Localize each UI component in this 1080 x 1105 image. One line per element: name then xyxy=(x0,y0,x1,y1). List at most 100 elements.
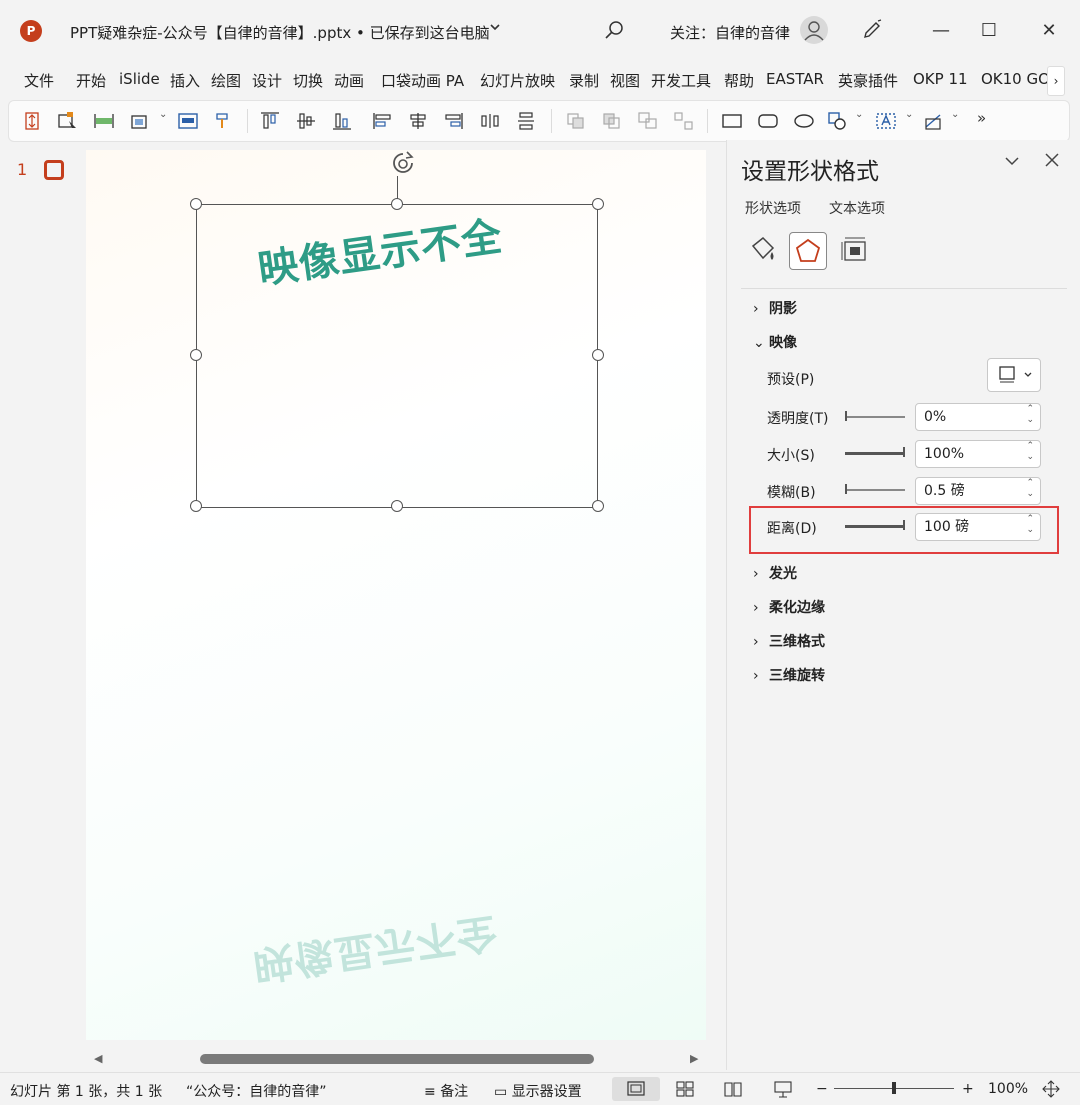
search-icon[interactable] xyxy=(602,18,626,42)
menu-animations[interactable]: 动画 xyxy=(334,70,364,91)
distribute-vertical-icon[interactable] xyxy=(515,111,537,131)
menu-transitions[interactable]: 切换 xyxy=(293,70,323,91)
fill-line-icon[interactable] xyxy=(745,232,781,268)
shapes-icon[interactable] xyxy=(827,111,849,131)
menu-slideshow[interactable]: 幻灯片放映 xyxy=(480,70,555,91)
account-name[interactable]: 关注：自律的音律 xyxy=(670,22,790,43)
align-right-icon[interactable] xyxy=(443,111,465,131)
zoom-level[interactable]: 100% xyxy=(988,1081,1028,1097)
resize-handle[interactable] xyxy=(592,500,604,512)
resize-height-icon[interactable] xyxy=(21,111,43,131)
ribbon-scroll-right-button[interactable]: › xyxy=(1047,66,1065,96)
transparency-slider[interactable] xyxy=(845,416,905,418)
scroll-left-icon[interactable]: ◀ xyxy=(94,1052,102,1065)
text-box-icon[interactable] xyxy=(875,111,897,131)
resize-handle[interactable] xyxy=(592,198,604,210)
scroll-right-icon[interactable]: ▶ xyxy=(690,1052,698,1065)
menu-file[interactable]: 文件 xyxy=(24,70,54,91)
blur-slider[interactable] xyxy=(845,489,905,491)
menu-insert[interactable]: 插入 xyxy=(170,70,200,91)
menu-design[interactable]: 设计 xyxy=(252,70,282,91)
size-match-icon[interactable] xyxy=(129,111,151,131)
minimize-button[interactable]: — xyxy=(924,14,958,48)
size-slider-thumb[interactable] xyxy=(903,447,905,457)
resize-handle[interactable] xyxy=(190,349,202,361)
menu-record[interactable]: 录制 xyxy=(569,70,599,91)
slideshow-icon[interactable] xyxy=(772,1079,794,1099)
group-icon[interactable] xyxy=(637,111,659,131)
menu-developer[interactable]: 开发工具 xyxy=(651,70,711,91)
chevron-down-icon[interactable] xyxy=(488,20,502,38)
preset-dropdown[interactable] xyxy=(987,358,1041,392)
menu-islide[interactable]: iSlide xyxy=(119,70,160,88)
distribute-icon[interactable] xyxy=(93,111,115,131)
size-slider[interactable] xyxy=(845,452,905,455)
display-settings-button[interactable]: ▭ 显示器设置 xyxy=(494,1081,582,1101)
transparency-input[interactable]: 0% ⌃ ⌄ xyxy=(915,403,1041,431)
line-connector-icon[interactable] xyxy=(923,111,945,131)
align-top-icon[interactable] xyxy=(259,111,281,131)
pen-icon[interactable] xyxy=(860,18,884,42)
menu-eastar[interactable]: EASTAR xyxy=(766,70,824,88)
distribute-horizontal-icon[interactable] xyxy=(479,111,501,131)
tab-text-options[interactable]: 文本选项 xyxy=(829,198,885,218)
align-center-icon[interactable] xyxy=(407,111,429,131)
bring-forward-icon[interactable] xyxy=(565,111,587,131)
slide-sorter-icon[interactable] xyxy=(674,1079,696,1099)
format-painter-icon[interactable] xyxy=(213,111,235,131)
slide-thumbnail[interactable] xyxy=(44,160,64,180)
slide-canvas[interactable]: 映像显示不全 映像显示不全 xyxy=(86,150,706,1040)
menu-home[interactable]: 开始 xyxy=(76,70,106,91)
chevron-down-icon[interactable]: ⌄ xyxy=(855,109,863,120)
rotate-handle-icon[interactable] xyxy=(389,150,417,178)
notes-button[interactable]: ≡ 备注 xyxy=(424,1081,468,1101)
section-glow[interactable]: › 发光 xyxy=(753,563,797,583)
menu-view[interactable]: 视图 xyxy=(610,70,640,91)
rounded-rectangle-icon[interactable] xyxy=(757,111,779,131)
align-middle-icon[interactable] xyxy=(295,111,317,131)
normal-view-button[interactable] xyxy=(612,1077,660,1101)
select-object-icon[interactable] xyxy=(57,111,79,131)
section-shadow[interactable]: › 阴影 xyxy=(753,298,797,318)
layout-icon[interactable] xyxy=(177,111,199,131)
menu-draw[interactable]: 绘图 xyxy=(211,70,241,91)
chevron-down-icon[interactable]: ⌄ xyxy=(951,109,959,120)
section-reflection[interactable]: ⌄ 映像 xyxy=(753,332,797,352)
section-3d-rotation[interactable]: › 三维旋转 xyxy=(753,665,825,685)
section-3d-format[interactable]: › 三维格式 xyxy=(753,631,825,651)
effects-icon[interactable] xyxy=(789,232,827,270)
tab-shape-options[interactable]: 形状选项 xyxy=(745,198,801,218)
resize-handle[interactable] xyxy=(592,349,604,361)
chevron-down-icon[interactable]: ⌄ xyxy=(159,109,167,120)
ungroup-icon[interactable] xyxy=(673,111,695,131)
resize-handle[interactable] xyxy=(391,500,403,512)
blur-input[interactable]: 0.5 磅 ⌃ ⌄ xyxy=(915,477,1041,505)
size-properties-icon[interactable] xyxy=(837,232,873,268)
menu-help[interactable]: 帮助 xyxy=(724,70,754,91)
zoom-out-button[interactable]: − xyxy=(816,1081,828,1097)
fit-to-window-icon[interactable] xyxy=(1040,1079,1062,1099)
blur-slider-thumb[interactable] xyxy=(845,484,847,494)
resize-handle[interactable] xyxy=(190,198,202,210)
document-title[interactable]: PPT疑难杂症-公众号【自律的音律】.pptx • 已保存到这台电脑 xyxy=(70,22,490,43)
zoom-slider-thumb[interactable] xyxy=(892,1082,896,1094)
zoom-in-button[interactable]: + xyxy=(962,1081,974,1097)
align-bottom-icon[interactable] xyxy=(331,111,353,131)
rectangle-icon[interactable] xyxy=(721,111,743,131)
resize-handle[interactable] xyxy=(190,500,202,512)
chevron-down-icon[interactable]: ⌄ xyxy=(905,109,913,120)
reading-view-icon[interactable] xyxy=(722,1079,744,1099)
menu-yinghao[interactable]: 英豪插件 xyxy=(838,70,898,91)
close-button[interactable]: ✕ xyxy=(1032,14,1066,48)
horizontal-scrollbar[interactable]: ◀ ▶ xyxy=(86,1048,706,1070)
menu-ok10[interactable]: OK10 GO xyxy=(981,70,1047,88)
resize-handle[interactable] xyxy=(391,198,403,210)
maximize-button[interactable]: ☐ xyxy=(972,14,1006,48)
size-input[interactable]: 100% ⌃ ⌄ xyxy=(915,440,1041,468)
section-soft-edges[interactable]: › 柔化边缘 xyxy=(753,597,825,617)
transparency-slider-thumb[interactable] xyxy=(845,411,847,421)
panel-close-icon[interactable] xyxy=(1043,150,1061,174)
ellipse-icon[interactable] xyxy=(793,111,815,131)
menu-okp11[interactable]: OKP 11 xyxy=(913,70,968,88)
menu-pocket-animation[interactable]: 口袋动画 PA xyxy=(381,70,464,91)
